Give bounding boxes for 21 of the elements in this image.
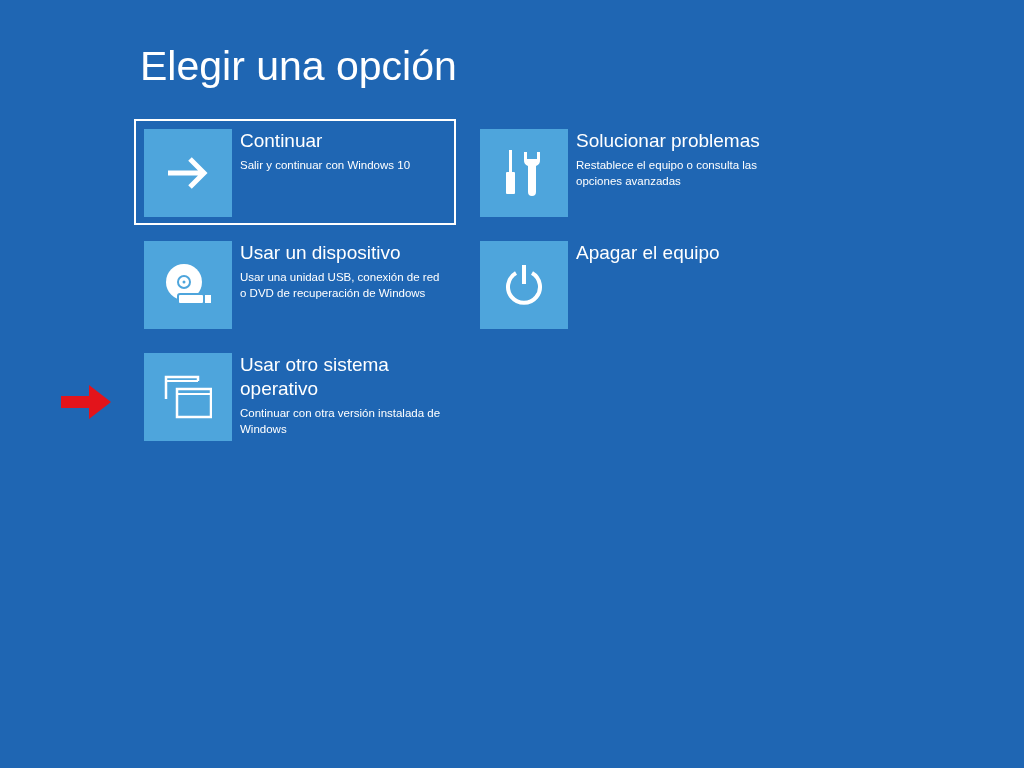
- arrow-icon: [61, 385, 111, 419]
- option-button[interactable]: Usar otro sistema operativo Continuar con otra versión instalada de Windows: [134, 343, 456, 449]
- option-button[interactable]: Usar un dispositivo Usar una unidad USB, conexión de red o DVD de recuperación de Windows: [134, 231, 456, 337]
- arrow-right-icon: [166, 156, 210, 190]
- option-description: Restablece el equipo o consulta las opciones avanzadas: [576, 158, 758, 189]
- option-button[interactable]: Continuar Salir y continuar con Windows 10: [134, 119, 456, 225]
- option-title: Apagar el equipo: [576, 241, 721, 265]
- option-title: Usar otro sistema operativo: [240, 353, 390, 401]
- option-description: Salir y continuar con Windows 10: [240, 158, 412, 173]
- tools-icon: [506, 150, 542, 196]
- option-description: Continuar con otra versión instalada de Windows: [240, 406, 442, 437]
- option-title: Continuar: [240, 129, 324, 153]
- option-title: Usar un dispositivo: [240, 241, 402, 265]
- power-icon: [504, 264, 544, 306]
- option-title: Solucionar problemas: [576, 129, 761, 153]
- windows-icon: [164, 375, 212, 419]
- option-button[interactable]: Apagar el equipo: [470, 231, 792, 337]
- option-button[interactable]: Solucionar problemas Restablece el equipo o consulta las opciones avanzadas: [470, 119, 792, 225]
- disc-usb-icon: [164, 264, 212, 306]
- option-description: Usar una unidad USB, conexión de red o DVD de recuperación de Windows: [240, 270, 441, 301]
- page-title: Elegir una opción: [140, 42, 457, 91]
